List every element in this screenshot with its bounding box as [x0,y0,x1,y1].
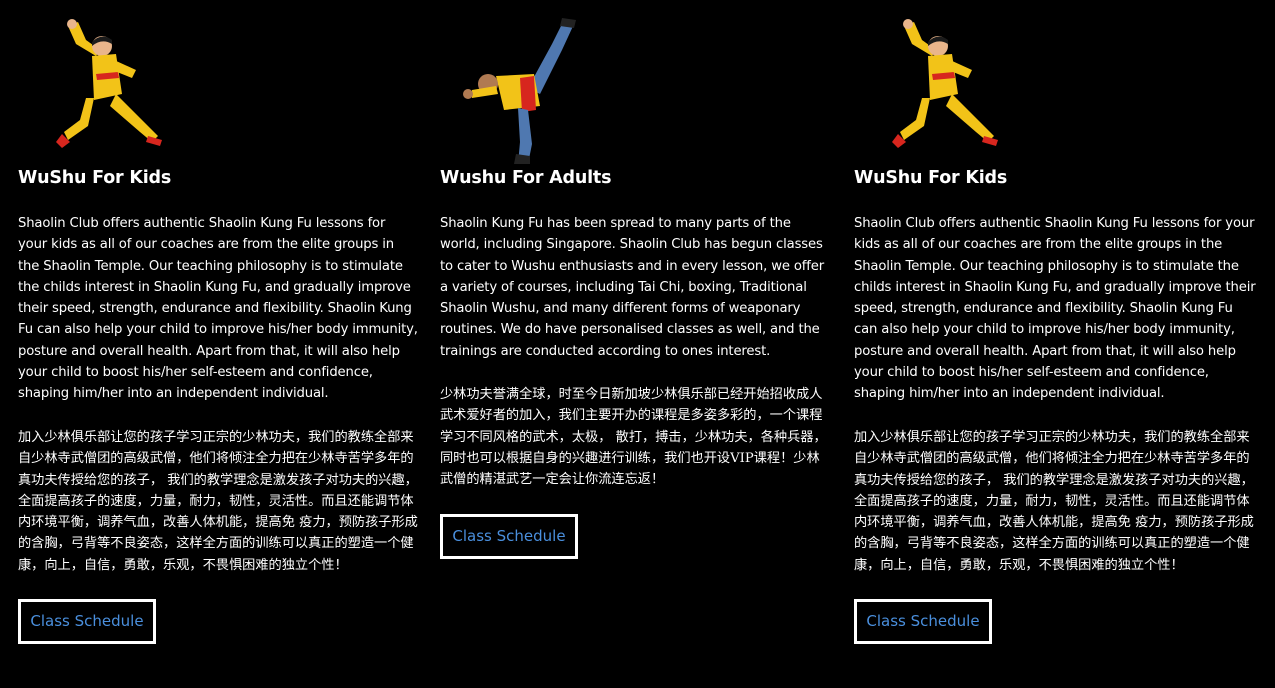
card-description-english: Shaolin Club offers authentic Shaolin Ku… [854,216,1256,402]
card-title: Wushu For Adults [440,168,612,188]
card-description-chinese: 少林功夫誉满全球，时至今日新加坡少林俱乐部已经开始招收成人武术爱好者的加入，我们… [440,387,827,488]
card-title: WuShu For Kids [854,168,1008,188]
program-card-kids: WuShu For Kids Shaolin Club offers authe… [18,0,418,688]
adult-high-kick-image [463,18,576,164]
class-schedule-button[interactable]: Class Schedule [18,599,156,644]
kid-martial-artist-image [892,19,998,148]
class-schedule-button[interactable]: Class Schedule [440,514,578,559]
card-description-english: Shaolin Club offers authentic Shaolin Ku… [18,216,418,402]
card-description-english: Shaolin Kung Fu has been spread to many … [440,216,824,359]
card-description-chinese: 加入少林俱乐部让您的孩子学习正宗的少林功夫，我们的教练全部来自少林寺武僧团的高级… [18,430,418,573]
card-title: WuShu For Kids [18,168,172,188]
class-schedule-button[interactable]: Class Schedule [854,599,992,644]
kid-martial-artist-image [56,19,162,148]
card-description-chinese: 加入少林俱乐部让您的孩子学习正宗的少林功夫，我们的教练全部来自少林寺武僧团的高级… [854,430,1254,573]
program-card-kids-2: WuShu For Kids Shaolin Club offers authe… [854,0,1259,688]
program-card-adults: Wushu For Adults Shaolin Kung Fu has bee… [440,0,830,688]
